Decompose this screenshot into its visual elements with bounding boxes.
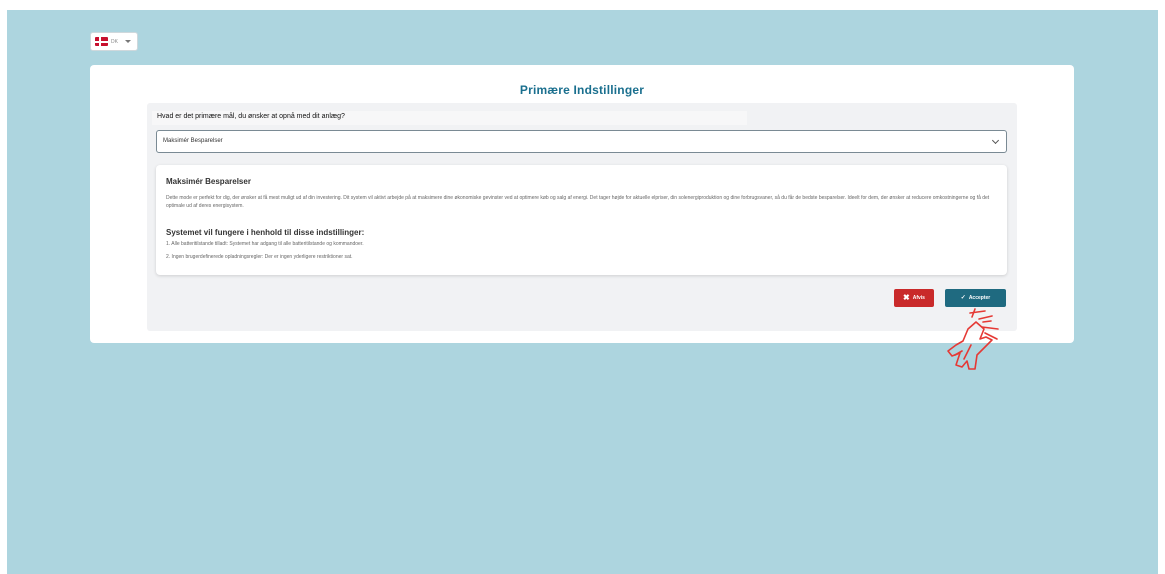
reject-button[interactable]: ✖ Afvis — [894, 289, 934, 307]
accept-button[interactable]: ✓ Accepter — [945, 289, 1006, 307]
reject-button-label: Afvis — [912, 295, 925, 301]
settings-panel: Hvad er det primære mål, du ønsker at op… — [147, 103, 1017, 331]
question-label: Hvad er det primære mål, du ønsker at op… — [157, 113, 345, 120]
mode-description-text: Dette mode er perfekt for dig, der ønske… — [166, 195, 990, 209]
click-cursor-icon — [947, 308, 999, 370]
mode-heading: Maksimér Besparelser — [166, 177, 251, 186]
goal-select-value: Maksimér Besparelser — [163, 138, 223, 144]
rule-item: 1. Alle batteritilstande tilladt: System… — [166, 241, 364, 247]
danish-flag-icon — [95, 37, 108, 46]
caret-down-icon — [124, 40, 131, 43]
page-title: Primære Indstillinger — [519, 83, 645, 97]
rule-item: 2. Ingen brugerdefinerede opladningsregl… — [166, 254, 353, 260]
language-code: DK — [111, 38, 118, 45]
mode-description-card: Maksimér Besparelser Dette mode er perfe… — [156, 165, 1007, 275]
chevron-down-icon — [991, 136, 1000, 145]
accept-button-label: Accepter — [968, 295, 991, 301]
goal-select[interactable]: Maksimér Besparelser — [156, 130, 1007, 153]
language-selector[interactable]: DK — [90, 32, 138, 51]
close-icon: ✖ — [903, 293, 910, 302]
check-icon: ✓ — [960, 295, 966, 301]
settings-heading: Systemet vil fungere i henhold til disse… — [166, 228, 365, 237]
settings-card: Primære Indstillinger Hvad er det primær… — [90, 65, 1074, 343]
